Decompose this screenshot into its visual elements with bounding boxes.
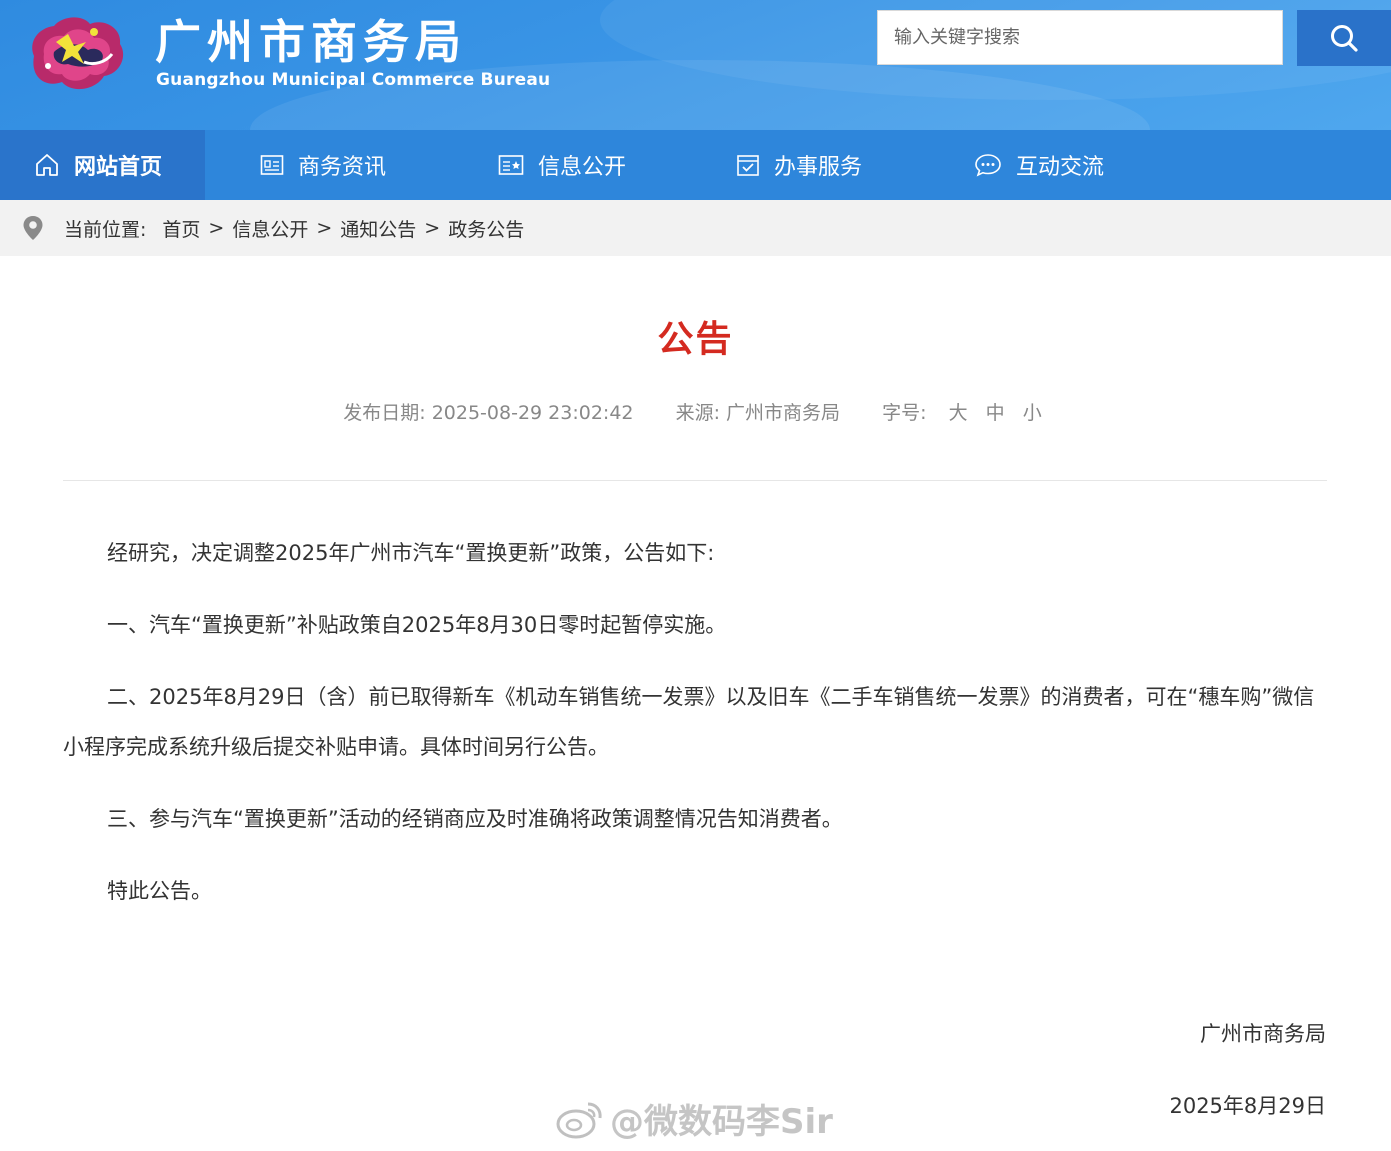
nav-item-services[interactable]: 办事服务 — [681, 130, 919, 200]
breadcrumb-item-info[interactable]: 信息公开 — [232, 215, 308, 242]
breadcrumb: 当前位置: 首页 > 信息公开 > 通知公告 > 政务公告 — [0, 200, 1391, 256]
chat-icon — [974, 153, 1002, 177]
site-title: 广州市商务局 — [155, 15, 467, 69]
breadcrumb-separator: > — [424, 217, 441, 239]
paragraph: 一、汽车“置换更新”补贴政策自2025年8月30日零时起暂停实施。 — [107, 613, 727, 637]
bureau-logo-icon[interactable] — [24, 12, 128, 94]
checklist-icon — [736, 153, 760, 177]
nav-item-label: 信息公开 — [538, 155, 627, 180]
paragraph: 经研究，决定调整2025年广州市汽车“置换更新”政策，公告如下: — [107, 541, 715, 565]
font-size-label: 字号: — [882, 402, 927, 424]
font-size-large[interactable]: 大 — [949, 402, 968, 424]
watermark: @微数码李Sir — [554, 1094, 833, 1143]
site-header: 广州市商务局 Guangzhou Municipal Commerce Bure… — [0, 0, 1391, 130]
publish-date: 2025-08-29 23:02:42 — [431, 402, 634, 424]
breadcrumb-item-gov-notices[interactable]: 政务公告 — [448, 215, 524, 242]
breadcrumb-separator: > — [316, 217, 333, 239]
paragraph: 特此公告。 — [107, 879, 212, 903]
signature: 广州市商务局 — [1200, 1022, 1326, 1046]
site-subtitle: Guangzhou Municipal Commerce Bureau — [156, 70, 551, 90]
home-icon — [34, 152, 60, 178]
nav-item-interaction[interactable]: 互动交流 — [919, 130, 1157, 200]
source-value: 广州市商务局 — [726, 402, 841, 424]
article-content: 经研究，决定调整2025年广州市汽车“置换更新”政策，公告如下: 一、汽车“置换… — [63, 528, 1327, 938]
search-button[interactable] — [1297, 10, 1391, 66]
search-box — [877, 10, 1283, 65]
weibo-icon — [556, 1102, 602, 1138]
sign-date: 2025年8月29日 — [1169, 1094, 1326, 1118]
date-label: 发布日期: — [343, 402, 426, 424]
paragraph: 二、2025年8月29日（含）前已取得新车《机动车销售统一发票》以及旧车《二手车… — [63, 685, 1315, 759]
nav-item-label: 商务资讯 — [298, 155, 387, 180]
nav-item-home[interactable]: 网站首页 — [0, 130, 205, 200]
main-nav: 网站首页 商务资讯 信息公开 办事服务 互动交流 — [0, 130, 1391, 200]
nav-item-label: 办事服务 — [774, 155, 863, 180]
breadcrumb-separator: > — [208, 217, 225, 239]
location-pin-icon — [22, 215, 44, 241]
nav-item-news[interactable]: 商务资讯 — [205, 130, 443, 200]
nav-item-info[interactable]: 信息公开 — [443, 130, 681, 200]
source-label: 来源: — [675, 402, 720, 424]
font-size-medium[interactable]: 中 — [986, 402, 1005, 424]
nav-item-label: 互动交流 — [1016, 155, 1105, 180]
divider — [63, 480, 1327, 481]
breadcrumb-prefix: 当前位置: — [64, 218, 147, 241]
nav-item-label: 网站首页 — [74, 155, 163, 180]
article-meta: 发布日期: 2025-08-29 23:02:42 来源: 广州市商务局 字号:… — [0, 398, 1391, 425]
font-size-small[interactable]: 小 — [1023, 402, 1042, 424]
watermark-text: @微数码李Sir — [610, 1102, 833, 1142]
breadcrumb-item-home[interactable]: 首页 — [162, 215, 200, 242]
article-title: 公告 — [657, 319, 734, 360]
news-icon — [260, 154, 284, 176]
search-input[interactable] — [878, 11, 1282, 64]
paragraph: 三、参与汽车“置换更新”活动的经销商应及时准确将政策调整情况告知消费者。 — [107, 807, 843, 831]
info-icon — [498, 154, 524, 176]
search-icon — [1331, 25, 1358, 52]
breadcrumb-item-notices[interactable]: 通知公告 — [340, 215, 416, 242]
